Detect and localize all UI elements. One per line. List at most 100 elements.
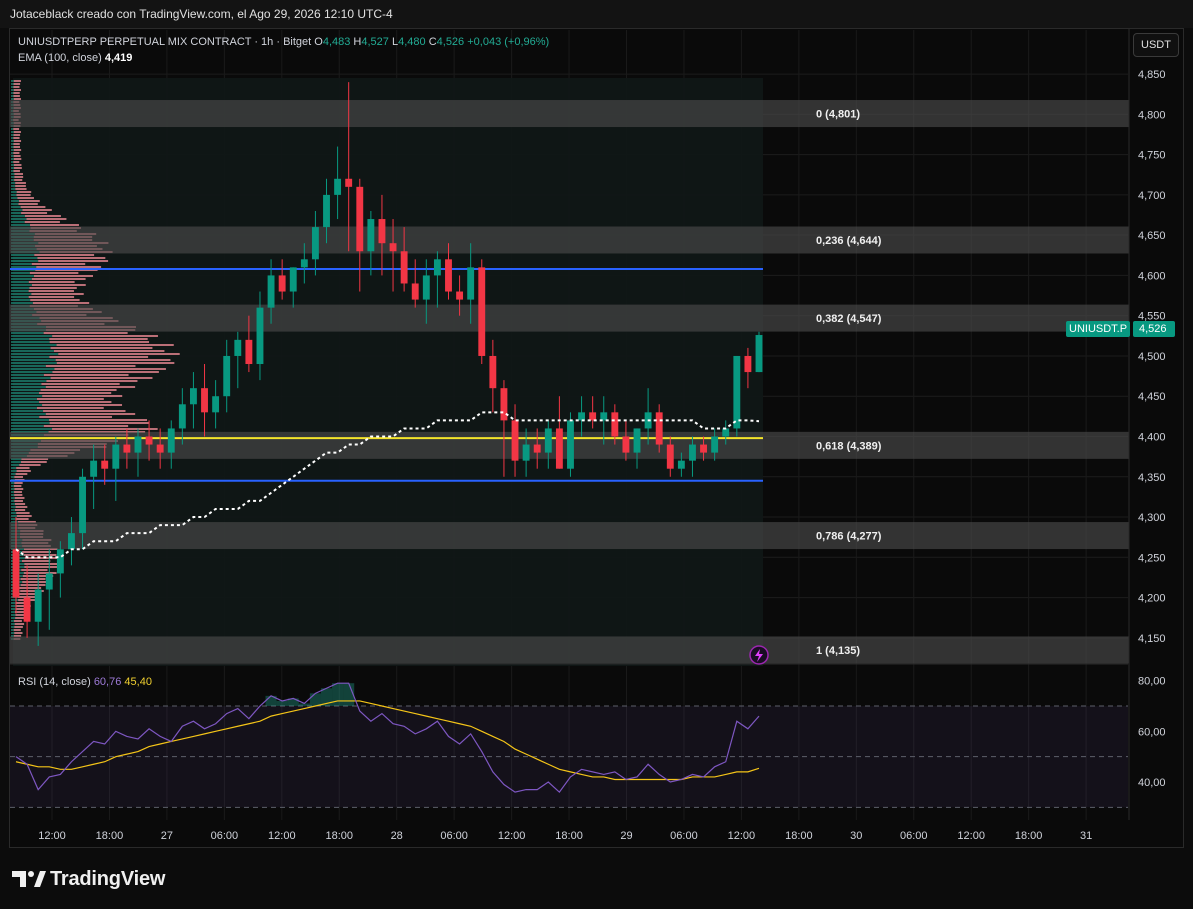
time-tick-label: 18:00 bbox=[555, 830, 583, 842]
volume-profile-bar-down bbox=[13, 86, 20, 88]
fib-band bbox=[10, 636, 1129, 664]
volume-profile-bar-up bbox=[11, 623, 15, 625]
fib-band bbox=[10, 100, 1129, 128]
candle-body bbox=[589, 412, 597, 421]
volume-profile-bar-up bbox=[11, 632, 15, 634]
volume-profile-bar-down bbox=[13, 80, 21, 82]
volume-profile-bar-up bbox=[11, 257, 38, 259]
volume-profile-bar-up bbox=[11, 173, 15, 175]
volume-profile-bar-up bbox=[11, 176, 15, 178]
volume-profile-bar-up bbox=[11, 482, 15, 484]
volume-profile-bar-down bbox=[13, 140, 22, 142]
volume-profile-bar-up bbox=[11, 401, 40, 403]
high-value: 4,527 bbox=[361, 36, 389, 48]
volume-profile-bar-down bbox=[42, 404, 123, 406]
volume-profile-bar-down bbox=[13, 161, 20, 163]
currency-button[interactable]: USDT bbox=[1133, 33, 1179, 57]
volume-profile-bar-up bbox=[11, 425, 44, 427]
volume-profile-bar-up bbox=[11, 221, 25, 223]
candle-body bbox=[755, 335, 763, 373]
volume-profile-bar-down bbox=[15, 182, 26, 184]
volume-profile-bar-up bbox=[11, 416, 40, 418]
symbol-title[interactable]: UNIUSDTPERP PERPETUAL MIX CONTRACT · 1h … bbox=[18, 36, 311, 48]
volume-profile-bar-up bbox=[11, 137, 14, 139]
ema-label[interactable]: EMA (100, close) bbox=[18, 52, 102, 64]
time-tick-label: 12:00 bbox=[957, 830, 985, 842]
volume-profile-bar-up bbox=[11, 515, 17, 517]
volume-profile-bar-down bbox=[13, 131, 21, 133]
rsi-legend: RSI (14, close) 60,76 45,40 bbox=[18, 676, 152, 688]
time-tick-label: 29 bbox=[620, 830, 632, 842]
volume-profile-bar-up bbox=[11, 356, 50, 358]
volume-profile-bar-up bbox=[11, 155, 14, 157]
volume-profile-bar-down bbox=[45, 365, 136, 367]
rsi-ma-value: 45,40 bbox=[124, 676, 152, 688]
volume-profile-bar-up bbox=[11, 167, 15, 169]
volume-profile-bar-up bbox=[11, 620, 15, 622]
volume-profile-bar-down bbox=[14, 503, 26, 505]
candle-body bbox=[666, 444, 674, 469]
candle-body bbox=[711, 436, 719, 453]
volume-profile-bar-down bbox=[13, 95, 20, 97]
tradingview-logo[interactable]: TradingView bbox=[12, 866, 165, 892]
volume-profile-bar-up bbox=[11, 218, 27, 220]
volume-profile-bar-up bbox=[11, 86, 14, 88]
candle-body bbox=[45, 573, 53, 590]
volume-profile-bar-up bbox=[11, 161, 14, 163]
candle-body bbox=[245, 339, 253, 365]
volume-profile-bar-down bbox=[53, 350, 165, 352]
volume-profile-bar-down bbox=[37, 257, 106, 259]
volume-profile-bar-down bbox=[23, 554, 57, 556]
candle-body bbox=[411, 283, 419, 300]
volume-profile-bar-up bbox=[11, 254, 35, 256]
time-tick-label: 12:00 bbox=[728, 830, 756, 842]
chart-canvas[interactable]: 0 (4,801) 0,236 (4,644) 0,382 (4,547) 0,618… bbox=[0, 0, 1193, 909]
candle-body bbox=[289, 267, 297, 292]
volume-profile-bar-down bbox=[14, 491, 22, 493]
volume-profile-bar-up bbox=[11, 461, 22, 463]
volume-profile-bar-up bbox=[11, 485, 14, 487]
candle-body bbox=[500, 388, 508, 421]
volume-profile-bar-up bbox=[11, 182, 16, 184]
fib-label: 1 (4,135) bbox=[816, 645, 860, 657]
candle-body bbox=[422, 275, 430, 300]
volume-profile-bar-down bbox=[31, 293, 84, 295]
candle-body bbox=[234, 339, 242, 356]
volume-profile-bar-up bbox=[11, 386, 46, 388]
price-tick-label: 4,650 bbox=[1138, 230, 1166, 242]
volume-profile-bar-down bbox=[14, 620, 22, 622]
volume-profile-bar-up bbox=[11, 428, 53, 430]
ema-value: 4,419 bbox=[104, 52, 133, 64]
volume-profile-bar-down bbox=[49, 419, 148, 421]
time-tick-label: 18:00 bbox=[1015, 830, 1043, 842]
volume-profile-bar-down bbox=[13, 158, 22, 160]
fib-band bbox=[10, 304, 1129, 332]
time-tick-label: 18:00 bbox=[96, 830, 124, 842]
volume-profile-bar-up bbox=[11, 209, 23, 211]
volume-profile-bar-down bbox=[14, 167, 22, 169]
price-axis[interactable]: 4,8504,8004,7504,7004,6504,6004,5504,500… bbox=[1128, 29, 1166, 820]
volume-profile-bar-up bbox=[11, 611, 15, 613]
volume-profile-bar-up bbox=[11, 464, 20, 466]
volume-profile-bar-up bbox=[11, 617, 16, 619]
volume-profile-bar-up bbox=[11, 203, 19, 205]
volume-profile-bar-down bbox=[31, 284, 86, 286]
volume-profile-bar-down bbox=[15, 185, 26, 187]
fib-label: 0,618 (4,389) bbox=[816, 440, 882, 452]
volume-profile-bar-down bbox=[16, 191, 32, 193]
time-tick-label: 12:00 bbox=[268, 830, 296, 842]
volume-profile-bar-up bbox=[11, 89, 14, 91]
price-tick-label: 4,200 bbox=[1138, 593, 1166, 605]
volume-profile-bar-down bbox=[13, 485, 22, 487]
volume-profile-bar-down bbox=[45, 413, 136, 415]
volume-profile-bar-up bbox=[11, 404, 43, 406]
volume-profile-bar-down bbox=[49, 338, 148, 340]
time-axis[interactable]: 12:00 18:00 27 06:00 12:00 18:00 28 06:00 12:00 1… bbox=[38, 830, 1092, 842]
low-value: 4,480 bbox=[398, 36, 426, 48]
volume-profile-bar-up bbox=[11, 422, 50, 424]
volume-profile-bar-up bbox=[11, 287, 30, 289]
volume-profile-bar-up bbox=[11, 302, 33, 304]
price-tick-label: 4,600 bbox=[1138, 270, 1166, 282]
rsi-label[interactable]: RSI (14, close) bbox=[18, 676, 91, 688]
volume-profile-bar-down bbox=[22, 551, 51, 553]
